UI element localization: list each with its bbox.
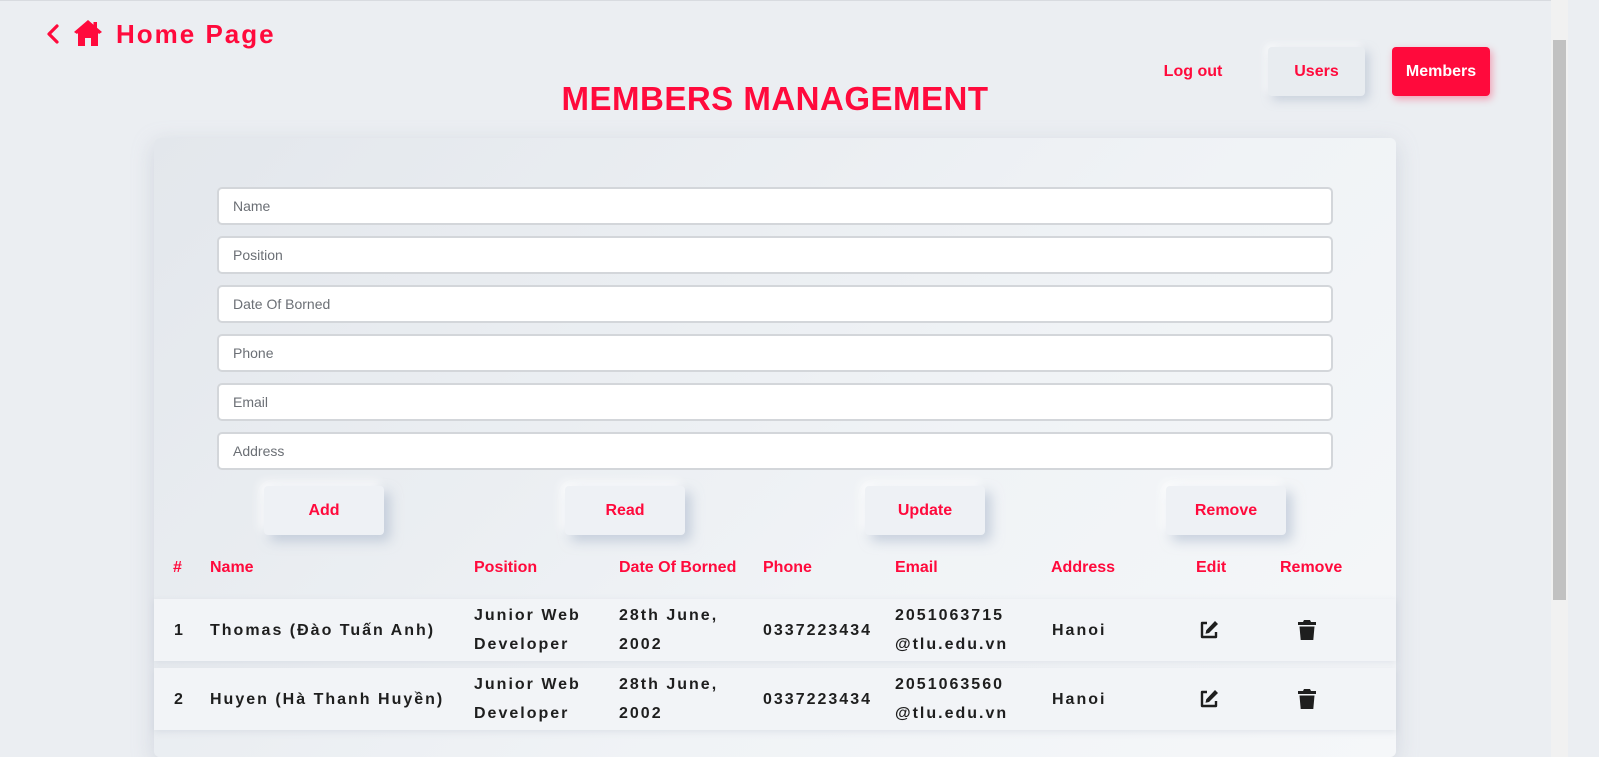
scrollbar-thumb[interactable]: [1553, 40, 1566, 600]
row-number: 1: [174, 622, 185, 639]
row-email: 2051063560 @tlu.edu.vn: [895, 676, 1009, 722]
email-field[interactable]: [217, 383, 1333, 421]
row-dob: 28th June, 2002: [619, 676, 719, 722]
column-header-address: Address: [1051, 559, 1116, 576]
trash-icon[interactable]: [1297, 619, 1319, 641]
row-dob: 28th June, 2002: [619, 607, 719, 653]
home-title[interactable]: Home Page: [116, 19, 276, 50]
column-header-position: Position: [474, 559, 538, 576]
chevron-left-icon[interactable]: [46, 22, 64, 46]
home-link[interactable]: Home Page: [46, 18, 276, 50]
page-title: MEMBERS MANAGEMENT: [561, 80, 989, 117]
column-header-email: Email: [895, 559, 938, 576]
vertical-scrollbar[interactable]: [1551, 0, 1568, 757]
column-header-dob: Date Of Borned: [619, 559, 737, 576]
top-border: [0, 0, 1568, 1]
edit-icon[interactable]: [1198, 688, 1220, 710]
date-of-borned-field[interactable]: [217, 285, 1333, 323]
position-field[interactable]: [217, 236, 1333, 274]
row-address: Hanoi: [1052, 622, 1107, 639]
phone-field[interactable]: [217, 334, 1333, 372]
name-field[interactable]: [217, 187, 1333, 225]
column-header-remove: Remove: [1280, 559, 1343, 576]
row-number: 2: [174, 691, 185, 708]
row-position: Junior Web Developer: [474, 607, 581, 653]
edit-icon[interactable]: [1198, 619, 1220, 641]
remove-button[interactable]: Remove: [1166, 486, 1286, 535]
row-position: Junior Web Developer: [474, 676, 581, 722]
column-header-name: Name: [210, 559, 254, 576]
row-address: Hanoi: [1052, 691, 1107, 708]
address-field[interactable]: [217, 432, 1333, 470]
row-name: Huyen (Hà Thanh Huyền): [210, 691, 445, 708]
home-icon[interactable]: [72, 18, 104, 50]
trash-icon[interactable]: [1297, 688, 1319, 710]
column-header-edit: Edit: [1196, 559, 1227, 576]
read-button[interactable]: Read: [565, 486, 685, 535]
row-phone: 0337223434: [763, 691, 872, 708]
row-email: 2051063715 @tlu.edu.vn: [895, 607, 1009, 653]
update-button[interactable]: Update: [865, 486, 985, 535]
column-header-number: #: [173, 559, 182, 576]
row-name: Thomas (Đào Tuấn Anh): [210, 622, 436, 639]
add-button[interactable]: Add: [264, 486, 384, 535]
row-phone: 0337223434: [763, 622, 872, 639]
column-header-phone: Phone: [763, 559, 812, 576]
